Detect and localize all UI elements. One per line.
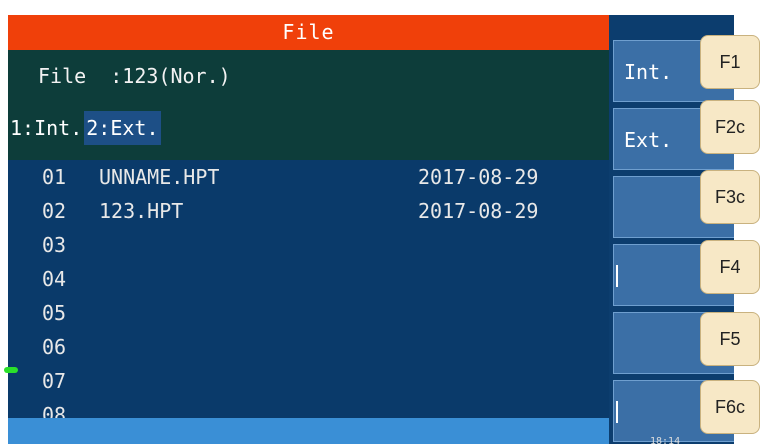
file-index: 05 xyxy=(42,301,67,325)
text-caret-icon xyxy=(616,265,618,287)
function-key-f1[interactable]: F1 xyxy=(700,35,760,89)
file-row[interactable]: 04 xyxy=(8,262,609,296)
file-row[interactable]: 01 UNNAME.HPT 2017-08-29 xyxy=(8,160,609,194)
current-file-label: File :123(Nor.) xyxy=(38,64,231,88)
file-row[interactable]: 05 xyxy=(8,296,609,330)
clock-label: 18:14 xyxy=(650,436,681,447)
function-key-f4[interactable]: F4 xyxy=(700,240,760,294)
tab-internal[interactable]: 1:Int. xyxy=(8,111,84,145)
file-index: 06 xyxy=(42,335,67,359)
instrument-screen: File File :123(Nor.) 1:Int. 2:Ext. 01 UN… xyxy=(8,15,609,444)
storage-tabs: 1:Int. 2:Ext. xyxy=(8,110,161,146)
function-key-f6[interactable]: F6c xyxy=(700,380,760,434)
file-name: 123.HPT xyxy=(99,199,184,223)
file-index: 04 xyxy=(42,267,67,291)
file-list: 01 UNNAME.HPT 2017-08-29 02 123.HPT 2017… xyxy=(8,160,609,432)
function-key-f5[interactable]: F5 xyxy=(700,312,760,366)
file-row[interactable]: 07 xyxy=(8,364,609,398)
file-row[interactable]: 06 xyxy=(8,330,609,364)
tab-external[interactable]: 2:Ext. xyxy=(84,111,161,145)
function-key-f3[interactable]: F3c xyxy=(700,170,760,224)
mouse-cursor-icon xyxy=(4,367,18,373)
text-caret-icon xyxy=(616,401,618,423)
file-index: 02 xyxy=(42,199,67,223)
status-bar xyxy=(8,418,609,444)
softkey-label: Int. xyxy=(624,60,673,84)
file-index: 03 xyxy=(42,233,67,257)
file-date: 2017-08-29 xyxy=(418,165,539,189)
file-index: 01 xyxy=(42,165,67,189)
file-info-panel: File :123(Nor.) 1:Int. 2:Ext. xyxy=(8,50,609,160)
function-key-f2[interactable]: F2c xyxy=(700,100,760,154)
softkey-label: Ext. xyxy=(624,128,673,152)
file-date: 2017-08-29 xyxy=(418,199,539,223)
file-index: 07 xyxy=(42,369,67,393)
file-row[interactable]: 02 123.HPT 2017-08-29 xyxy=(8,194,609,228)
file-name: UNNAME.HPT xyxy=(99,165,220,189)
file-row[interactable]: 03 xyxy=(8,228,609,262)
screen-title: File xyxy=(8,15,609,50)
